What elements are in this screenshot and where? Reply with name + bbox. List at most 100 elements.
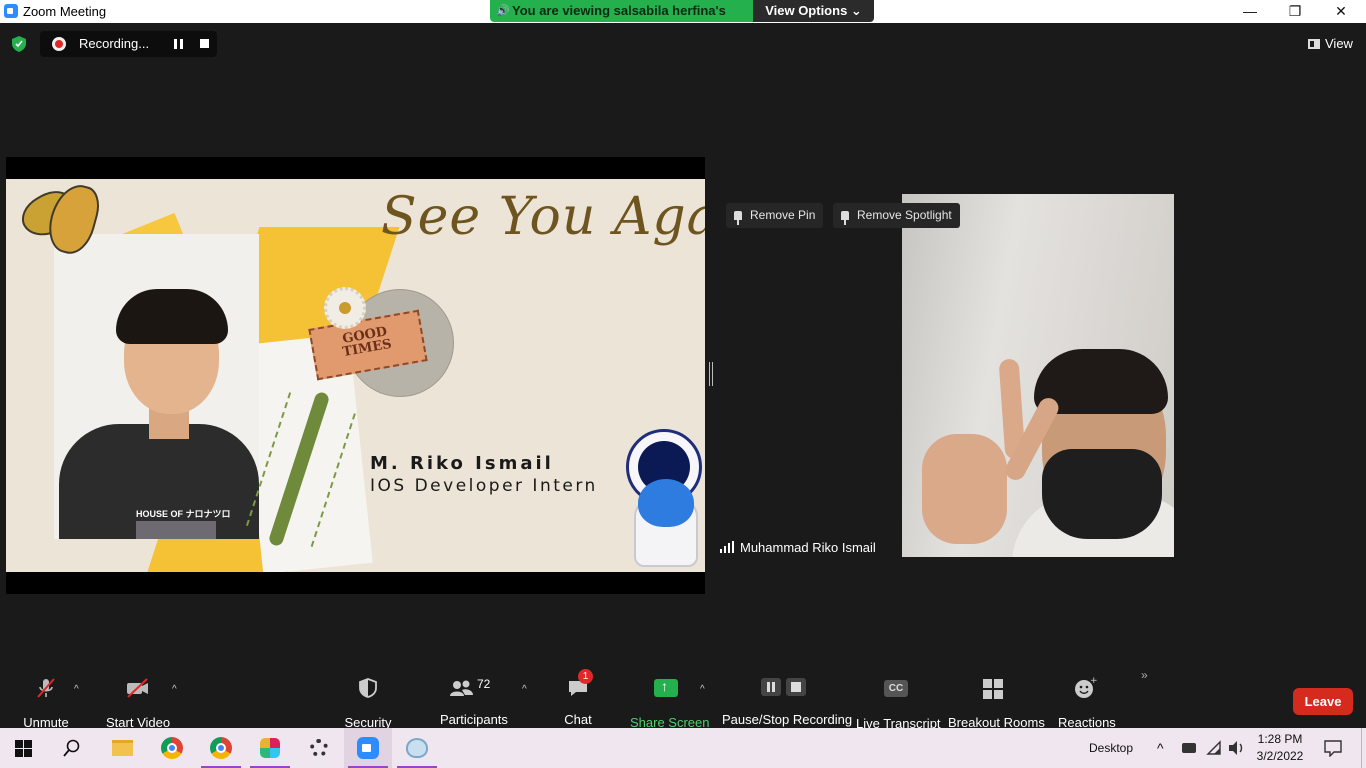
clock-time: 1:28 PM [1257, 732, 1303, 746]
stop-icon [786, 678, 806, 696]
viewing-screen-banner: 🔊 You are viewing salsabila herfina's sc… [490, 0, 753, 40]
recording-indicator: Recording... [40, 31, 217, 57]
volume-icon[interactable] [1228, 740, 1246, 756]
video-hand [922, 434, 1007, 544]
remove-pin-button[interactable]: Remove Pin [726, 203, 824, 228]
clock-date: 3/2/2022 [1256, 749, 1304, 763]
signal-strength-icon [720, 541, 734, 553]
zoom-taskbar-icon[interactable] [344, 728, 392, 768]
meeting-toolbar: Unmute ^ Start Video ^ Security 72 Parti… [0, 668, 1366, 731]
slide-role: IOS Developer Intern [370, 476, 598, 496]
closed-captions-icon: CC [884, 680, 908, 697]
view-label: View [1325, 36, 1353, 51]
remove-spotlight-button[interactable]: Remove Spotlight [833, 203, 960, 228]
chat-icon-group: 1 [566, 669, 593, 700]
panel-resize-handle[interactable] [709, 362, 713, 386]
view-layout-button[interactable]: View [1300, 31, 1360, 57]
show-hidden-icons-chevron-icon[interactable]: ^ [1157, 728, 1164, 768]
pause-recording-icon[interactable] [174, 39, 183, 49]
share-screen-icon [654, 678, 678, 697]
participant-name-tag: Muhammad Riko Ismail [718, 537, 880, 559]
chrome-profile-taskbar-icon[interactable] [197, 728, 245, 768]
audio-options-caret[interactable]: ^ [74, 684, 79, 695]
participant-video[interactable] [902, 194, 1174, 557]
heart-illustration [638, 479, 694, 527]
wifi-icon[interactable] [1206, 740, 1222, 756]
pin-icon [734, 211, 742, 225]
view-options-button[interactable]: View Options ⌄ [753, 0, 874, 22]
slide-headline: See You Again! [381, 187, 705, 247]
paint-taskbar-icon[interactable] [393, 728, 441, 768]
encryption-shield-icon[interactable] [12, 36, 26, 52]
minimize-button[interactable]: — [1227, 0, 1273, 23]
recording-label: Recording... [79, 36, 150, 51]
show-desktop-button[interactable] [1361, 728, 1366, 768]
share-screen-icon-wrap [654, 678, 678, 703]
pause-stop-recording-label: Pause/Stop Recording [722, 712, 853, 727]
cc-icon-wrap: CC [884, 680, 908, 704]
zoom-app-icon [4, 4, 18, 18]
close-button[interactable]: ✕ [1318, 0, 1364, 23]
remove-spotlight-label: Remove Spotlight [857, 208, 952, 222]
share-screen-button[interactable]: Share Screen [630, 676, 710, 730]
video-off-icon [127, 678, 148, 698]
window-title: Zoom Meeting [23, 4, 107, 19]
start-video-button[interactable]: Start Video [106, 676, 170, 730]
security-shield-icon [359, 678, 377, 698]
chat-unread-badge: 1 [578, 669, 593, 684]
stop-recording-icon[interactable] [200, 39, 209, 48]
presenter-photo: HOUSE OF ナロナツロ [54, 234, 259, 539]
participants-icon-group: 72 [448, 676, 498, 700]
file-explorer-taskbar-icon[interactable] [98, 728, 146, 768]
daisy-illustration [324, 287, 366, 329]
security-button[interactable]: Security [343, 676, 393, 730]
unmute-button[interactable]: Unmute [20, 676, 72, 730]
breakout-rooms-button[interactable]: Breakout Rooms [948, 676, 1045, 730]
participants-label: Participants [440, 712, 508, 727]
reactions-button[interactable]: + Reactions [1058, 676, 1116, 730]
windows-taskbar: Desktop ^ 1:28 PM 3/2/2022 [0, 728, 1366, 768]
breakout-rooms-icon [983, 679, 1003, 699]
notifications-icon[interactable] [1324, 740, 1342, 757]
share-options-caret[interactable]: ^ [700, 684, 705, 695]
recording-dot-icon [52, 37, 66, 51]
pause-stop-recording-button[interactable]: Pause/Stop Recording [722, 676, 853, 727]
participant-name: Muhammad Riko Ismail [740, 540, 876, 555]
slack-taskbar-icon[interactable] [246, 728, 294, 768]
leave-meeting-button[interactable]: Leave [1293, 688, 1353, 715]
meeting-area: Recording... View HOUSE OF ナロナツロ GOOD TI… [0, 23, 1366, 728]
grid-view-icon [1308, 39, 1320, 49]
speaker-icon: 🔊 [496, 5, 510, 17]
svg-text:+: + [1090, 676, 1097, 686]
windows-start-icon[interactable] [15, 740, 32, 757]
shirt-print-text: HOUSE OF ナロナツロ [136, 509, 231, 519]
remove-pin-label: Remove Pin [750, 208, 816, 222]
chat-button[interactable]: 1 Chat [562, 669, 594, 727]
search-icon[interactable] [63, 739, 81, 757]
reactions-icon: + [1075, 676, 1098, 698]
system-clock[interactable]: 1:28 PM 3/2/2022 [1254, 731, 1306, 765]
live-transcript-button[interactable]: CC Live Transcript [856, 676, 941, 731]
recording-controls-icons [759, 676, 807, 700]
spotlight-icon [841, 211, 849, 225]
photo-hair [116, 289, 228, 344]
participants-button[interactable]: 72 Participants [440, 676, 508, 727]
participants-count: 72 [477, 677, 491, 691]
slide-name: M. Riko Ismail [370, 453, 554, 474]
chat-label: Chat [564, 712, 592, 727]
desktop-toolbar-label[interactable]: Desktop [1089, 728, 1133, 768]
restore-button[interactable]: ❐ [1272, 0, 1318, 23]
settings-taskbar-icon[interactable] [295, 728, 343, 768]
participants-icon [450, 680, 473, 696]
video-options-caret[interactable]: ^ [172, 684, 177, 695]
battery-icon[interactable] [1182, 743, 1196, 753]
more-chevron-icon[interactable]: » [1141, 668, 1148, 682]
video-face-mask [1042, 449, 1162, 539]
shirt-print-graphic [136, 521, 216, 539]
shared-screen: HOUSE OF ナロナツロ GOOD TIMES See You Again!… [6, 157, 705, 594]
participants-options-caret[interactable]: ^ [522, 684, 527, 695]
presentation-slide: HOUSE OF ナロナツロ GOOD TIMES See You Again!… [6, 179, 705, 572]
pause-icon [761, 678, 781, 696]
chrome-taskbar-icon[interactable] [148, 728, 196, 768]
muted-microphone-icon [37, 678, 55, 698]
